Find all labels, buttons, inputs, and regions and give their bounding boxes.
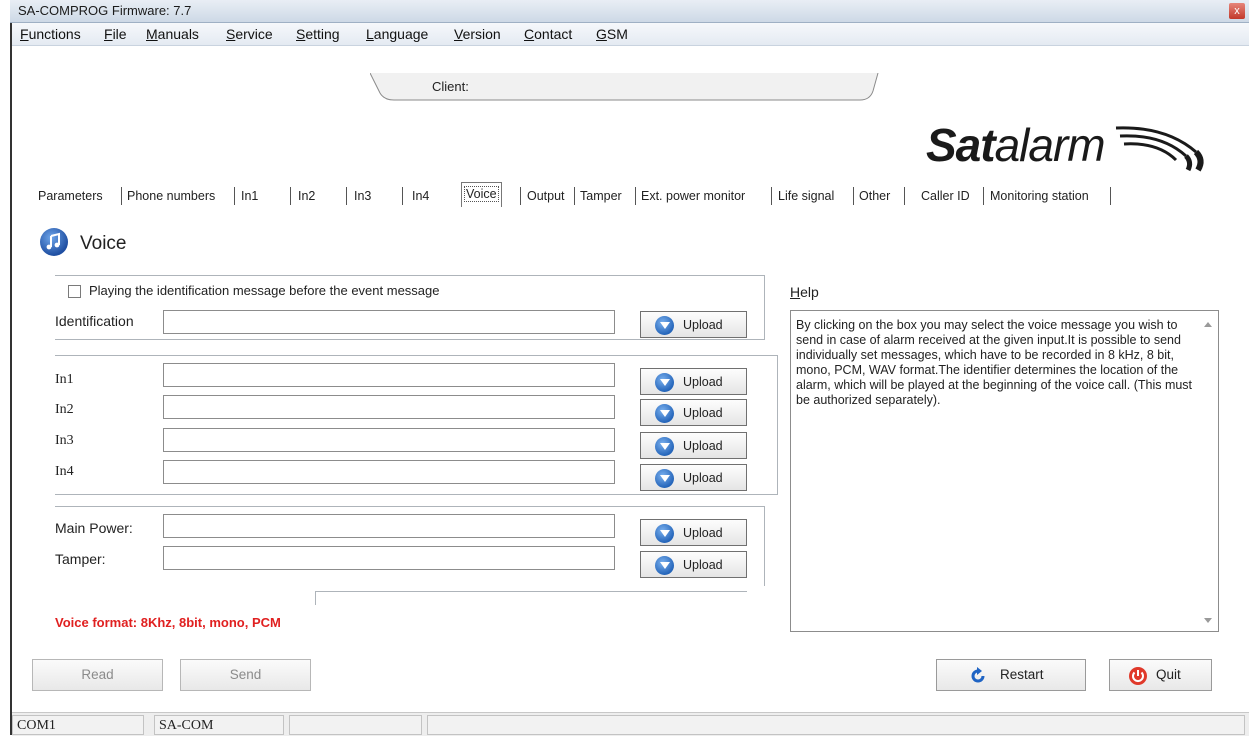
signal-waves-icon — [1115, 126, 1204, 172]
group-border — [764, 275, 765, 339]
menu-version[interactable]: Version — [454, 26, 501, 42]
group-border — [315, 591, 316, 605]
tab-life-signal[interactable]: Life signal — [778, 185, 834, 207]
tab-output[interactable]: Output — [527, 185, 565, 207]
scroll-down-arrow-icon[interactable] — [1204, 618, 1212, 623]
tab-in3[interactable]: In3 — [354, 185, 371, 207]
download-arrow-icon — [655, 437, 674, 456]
download-arrow-icon — [655, 556, 674, 575]
send-button[interactable]: Send — [180, 659, 311, 691]
group-border — [55, 494, 778, 495]
download-arrow-icon — [655, 404, 674, 423]
upload-in1-button[interactable]: Upload — [640, 368, 747, 395]
window-frame — [0, 0, 12, 735]
menu-bar: Functions File Manuals Service Setting L… — [12, 23, 1249, 46]
voice-format-note: Voice format: 8Khz, 8bit, mono, PCM — [55, 615, 281, 630]
help-text: By clicking on the box you may select th… — [796, 318, 1193, 407]
tab-other[interactable]: Other — [859, 185, 890, 207]
menu-file[interactable]: File — [104, 26, 127, 42]
group-border — [55, 339, 765, 340]
restart-button[interactable]: Restart — [936, 659, 1086, 691]
tab-strip: Parameters Phone numbers In1 In2 In3 In4… — [38, 182, 1118, 209]
quit-button[interactable]: Quit — [1109, 659, 1212, 691]
power-icon — [1129, 667, 1147, 685]
main-power-field[interactable] — [163, 514, 615, 538]
menu-functions[interactable]: Functions — [20, 26, 81, 42]
status-cell-3 — [289, 715, 422, 735]
status-cell-4 — [427, 715, 1245, 735]
download-arrow-icon — [655, 469, 674, 488]
in3-label: In3 — [55, 433, 74, 448]
in4-label: In4 — [55, 464, 74, 479]
in2-label: In2 — [55, 402, 74, 417]
group-border — [55, 355, 778, 356]
help-label: Help — [790, 284, 819, 300]
group-border — [55, 506, 765, 507]
download-arrow-icon — [655, 316, 674, 335]
menu-gsm[interactable]: GSM — [596, 26, 628, 42]
menu-language[interactable]: Language — [366, 26, 428, 42]
in1-label: In1 — [55, 372, 74, 387]
scroll-up-arrow-icon[interactable] — [1204, 322, 1212, 327]
tab-voice[interactable]: Voice — [461, 182, 502, 207]
main-power-label: Main Power: — [55, 520, 133, 536]
group-border — [315, 591, 747, 592]
menu-manuals[interactable]: Manuals — [146, 26, 199, 42]
menu-service[interactable]: Service — [226, 26, 273, 42]
tab-in2[interactable]: In2 — [298, 185, 315, 207]
tab-ext-power-monitor[interactable]: Ext. power monitor — [641, 185, 745, 207]
client-label: Client: — [432, 79, 469, 94]
tab-in1[interactable]: In1 — [241, 185, 258, 207]
checkbox-label: Playing the identification message befor… — [89, 283, 440, 298]
upload-identification-button[interactable]: Upload — [640, 311, 747, 338]
tab-in4[interactable]: In4 — [412, 185, 429, 207]
download-arrow-icon — [655, 524, 674, 543]
status-device: SA-COM — [154, 715, 284, 735]
upload-main-power-button[interactable]: Upload — [640, 519, 747, 546]
download-arrow-icon — [655, 373, 674, 392]
in2-field[interactable] — [163, 395, 615, 419]
window-title: SA-COMPROG Firmware: 7.7 — [18, 3, 192, 18]
help-scrollbar[interactable] — [1198, 311, 1218, 631]
title-bar: SA-COMPROG Firmware: 7.7 x — [10, 0, 1249, 23]
status-bar: COM1 SA-COM — [12, 712, 1249, 736]
tab-tamper[interactable]: Tamper — [580, 185, 622, 207]
identification-field[interactable] — [163, 310, 615, 334]
section-title: Voice — [80, 233, 127, 254]
refresh-icon — [971, 667, 985, 683]
tab-parameters[interactable]: Parameters — [38, 185, 103, 207]
menu-setting[interactable]: Setting — [296, 26, 340, 42]
music-note-icon — [40, 228, 68, 256]
tamper-label: Tamper: — [55, 551, 106, 567]
tab-phone-numbers[interactable]: Phone numbers — [127, 185, 215, 207]
identification-checkbox[interactable] — [68, 285, 81, 298]
menu-contact[interactable]: Contact — [524, 26, 572, 42]
upload-in4-button[interactable]: Upload — [640, 464, 747, 491]
in4-field[interactable] — [163, 460, 615, 484]
in1-field[interactable] — [163, 363, 615, 387]
read-button[interactable]: Read — [32, 659, 163, 691]
in3-field[interactable] — [163, 428, 615, 452]
upload-in3-button[interactable]: Upload — [640, 432, 747, 459]
group-border — [764, 506, 765, 586]
tamper-field[interactable] — [163, 546, 615, 570]
group-border — [777, 355, 778, 494]
upload-tamper-button[interactable]: Upload — [640, 551, 747, 578]
status-port: COM1 — [12, 715, 144, 735]
close-button[interactable]: x — [1229, 3, 1245, 19]
upload-in2-button[interactable]: Upload — [640, 399, 747, 426]
group-border — [55, 275, 765, 276]
tab-caller-id[interactable]: Caller ID — [921, 185, 970, 207]
satalarm-logo: Satalarm — [926, 119, 1106, 171]
tab-monitoring-station[interactable]: Monitoring station — [990, 185, 1089, 207]
identification-label: Identification — [55, 313, 134, 329]
